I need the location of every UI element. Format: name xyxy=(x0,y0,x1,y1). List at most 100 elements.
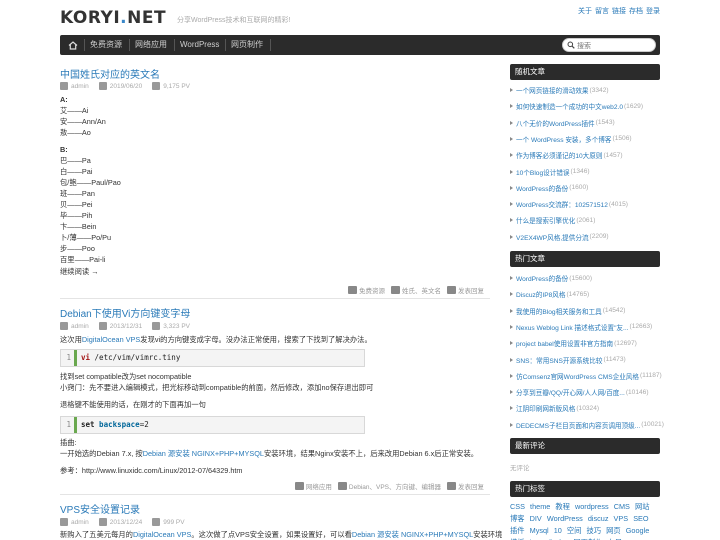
code-text: /etc/vim/vimrc.tiny xyxy=(90,353,181,362)
post-title[interactable]: 中国姓氏对应的英文名 xyxy=(60,66,160,81)
tag-link[interactable]: DIV xyxy=(530,514,542,523)
nav-item-web-design[interactable]: 网页制作 xyxy=(231,35,263,55)
sidebar-list-item[interactable]: project babel使用设置非官方指南 (12697) xyxy=(510,338,637,348)
sidebar-item-title[interactable]: 一个网页链接的滑动效果 xyxy=(516,85,589,95)
tag-link[interactable]: CSS xyxy=(510,502,525,511)
tag-link[interactable]: Mysql xyxy=(530,526,549,535)
sidebar-item-title[interactable]: SNS：常用SNS开源系统比较 xyxy=(516,355,602,365)
tag-link[interactable]: 网页 xyxy=(606,526,621,535)
sidebar-list-item[interactable]: 江阴印刷网新版风格 (10324) xyxy=(510,403,599,413)
sidebar-item-count: (10324) xyxy=(576,404,600,412)
sidebar-item-title[interactable]: 我使用的Blog相关服务和工具 xyxy=(516,306,602,316)
sidebar-list-item[interactable]: 八个无价的WordPress插件 (1543) xyxy=(510,118,615,128)
sidebar-item-title[interactable]: 如何快速制造一个成功的中文web2.0 xyxy=(516,101,623,111)
tag-link[interactable]: wordpress xyxy=(575,502,609,511)
post-author[interactable]: admin xyxy=(71,323,89,330)
sidebar-list-item[interactable]: V2EX4WP风格,提供分流 (2209) xyxy=(510,232,609,242)
search-input[interactable]: 搜索 xyxy=(562,38,656,52)
tag-link[interactable]: 教程 xyxy=(555,502,570,511)
sidebar-list-item[interactable]: Nexus Weblog Link 描述格式设置"友... (12663) xyxy=(510,322,652,332)
post-title[interactable]: VPS安全设置记录 xyxy=(60,501,140,516)
sidebar-list-item[interactable]: 什么是搜索引擎优化 (2061) xyxy=(510,215,595,225)
link-archive[interactable]: 存档 xyxy=(629,8,643,15)
sidebar-item-title[interactable]: 分享到豆瓣/QQ/开心网/人人网/百度... xyxy=(516,387,625,397)
intro-link[interactable]: Debian 源安装 NGINX+PHP+MYSQL xyxy=(352,530,473,539)
post-author[interactable]: admin xyxy=(71,83,89,90)
tag-link[interactable]: WordPress xyxy=(547,514,583,523)
sidebar-item-title[interactable]: WordPress的备份 xyxy=(516,183,568,193)
post-author[interactable]: admin xyxy=(71,519,89,526)
sidebar-item-title[interactable]: project babel使用设置非官方指南 xyxy=(516,338,613,348)
post-footer: 免费资源 姓氏、英文名 发表回复 xyxy=(342,285,484,295)
post-line: A: xyxy=(60,95,68,104)
post-line: 毕——Pih xyxy=(60,211,93,220)
sidebar-item-title[interactable]: 作为博客必须谨记的10大原则 xyxy=(516,150,602,160)
sidebar-list-item[interactable]: SNS：常用SNS开源系统比较 (11473) xyxy=(510,355,626,365)
sidebar-list-item[interactable]: 一个网页链接的滑动效果 (3342) xyxy=(510,85,609,95)
sidebar-item-title[interactable]: 江阴印刷网新版风格 xyxy=(516,403,575,413)
tag-link[interactable]: VPS xyxy=(614,514,629,523)
sidebar-list-item[interactable]: 10个Blog设计错误 (1346) xyxy=(510,167,590,177)
tag-link[interactable]: 博客 xyxy=(510,514,525,523)
sidebar-item-title[interactable]: 一个 WordPress 安装，多个博客 xyxy=(516,134,612,144)
post-title[interactable]: Debian下使用Vi方向键变字母 xyxy=(60,305,190,320)
tag-link[interactable]: CMS xyxy=(614,502,630,511)
home-button[interactable] xyxy=(64,35,82,55)
sidebar-list-item[interactable]: Discuz的IP8风格 (14765) xyxy=(510,289,589,299)
sidebar-list-item[interactable]: WordPress的备份 (15600) xyxy=(510,273,592,283)
post-tags[interactable]: Debian、VPS、方向键、编辑器 xyxy=(349,481,441,491)
line-number: 1 xyxy=(61,417,77,433)
sidebar-item-title[interactable]: Nexus Weblog Link 描述格式设置"友... xyxy=(516,322,629,332)
sidebar-item-count: (2209) xyxy=(589,233,609,241)
post-reference: 参考：http://www.linuxidc.com/Linux/2012-07… xyxy=(60,466,243,475)
sidebar-list-item[interactable]: WordPress交流群：102571512 (4015) xyxy=(510,199,628,209)
intro-link[interactable]: DigitalOcean VPS xyxy=(133,530,191,539)
sidebar-item-title[interactable]: DEDECMS子栏目页面和内容页调用顶级... xyxy=(516,420,640,430)
sidebar-list-item[interactable]: 仿Comsenz官网WordPress CMS企业风格 (11187) xyxy=(510,371,662,381)
paragraph-link[interactable]: Debian 源安装 NGINX+PHP+MYSQL xyxy=(143,449,264,458)
post-category[interactable]: 免费资源 xyxy=(359,285,385,295)
link-about[interactable]: 关于 xyxy=(578,8,592,15)
sidebar-item-title[interactable]: WordPress的备份 xyxy=(516,273,568,283)
tag-link[interactable]: 网站 xyxy=(635,502,650,511)
tag-link[interactable]: 插件 xyxy=(510,526,525,535)
sidebar-list-item[interactable]: 一个 WordPress 安装，多个博客 (1506) xyxy=(510,134,632,144)
post-tags[interactable]: 姓氏、英文名 xyxy=(402,285,441,295)
post-comment-link[interactable]: 发表回复 xyxy=(458,481,484,491)
sidebar-item-title[interactable]: V2EX4WP风格,提供分流 xyxy=(516,232,589,242)
sidebar-list-item[interactable]: 作为博客必须谨记的10大原则 (1457) xyxy=(510,150,623,160)
sidebar-list-item[interactable]: WordPress的备份 (1600) xyxy=(510,183,588,193)
sidebar-list-item[interactable]: 如何快速制造一个成功的中文web2.0 (1629) xyxy=(510,101,643,111)
tag-link[interactable]: Google xyxy=(626,526,650,535)
nav-item-free-resources[interactable]: 免费资源 xyxy=(90,35,122,55)
post-views: 9,175 PV xyxy=(163,82,191,90)
main-nav: 免费资源 网络应用 WordPress 网页制作 搜索 xyxy=(60,35,660,55)
link-links[interactable]: 链接 xyxy=(612,8,626,15)
sidebar-list-item[interactable]: DEDECMS子栏目页面和内容页调用顶级... (10021) xyxy=(510,420,664,430)
sidebar-item-title[interactable]: 10个Blog设计错误 xyxy=(516,167,570,177)
link-login[interactable]: 登录 xyxy=(646,8,660,15)
nav-item-wordpress[interactable]: WordPress xyxy=(180,35,219,55)
post-line: 安——Ann/An xyxy=(60,117,106,126)
post-category[interactable]: 网络应用 xyxy=(306,481,332,491)
nav-item-network-apps[interactable]: 网络应用 xyxy=(135,35,167,55)
tag-link[interactable]: 技巧 xyxy=(587,526,602,535)
read-more-link[interactable]: 继续阅读 → xyxy=(60,267,99,277)
widget-title-comments: 最新评论 xyxy=(510,438,660,454)
sidebar-item-title[interactable]: 八个无价的WordPress插件 xyxy=(516,118,595,128)
sidebar-item-title[interactable]: WordPress交流群：102571512 xyxy=(516,199,608,209)
sidebar-list-item[interactable]: 分享到豆瓣/QQ/开心网/人人网/百度... (10146) xyxy=(510,387,649,397)
link-guestbook[interactable]: 留言 xyxy=(595,8,609,15)
sidebar-item-title[interactable]: 仿Comsenz官网WordPress CMS企业风格 xyxy=(516,371,639,381)
tag-link[interactable]: theme xyxy=(530,502,550,511)
tag-link[interactable]: SEO xyxy=(633,514,648,523)
tag-link[interactable]: 空间 xyxy=(567,526,582,535)
sidebar-list-item[interactable]: 我使用的Blog相关服务和工具 (14542) xyxy=(510,306,625,316)
site-logo[interactable]: KORYI.NET xyxy=(60,8,166,28)
tag-link[interactable]: discuz xyxy=(588,514,609,523)
tag-link[interactable]: 10 xyxy=(554,526,562,535)
intro-link[interactable]: DigitalOcean VPS xyxy=(82,335,140,344)
sidebar-item-title[interactable]: 什么是搜索引擎优化 xyxy=(516,215,575,225)
post-comment-link[interactable]: 发表回复 xyxy=(458,285,484,295)
sidebar-item-title[interactable]: Discuz的IP8风格 xyxy=(516,289,565,299)
